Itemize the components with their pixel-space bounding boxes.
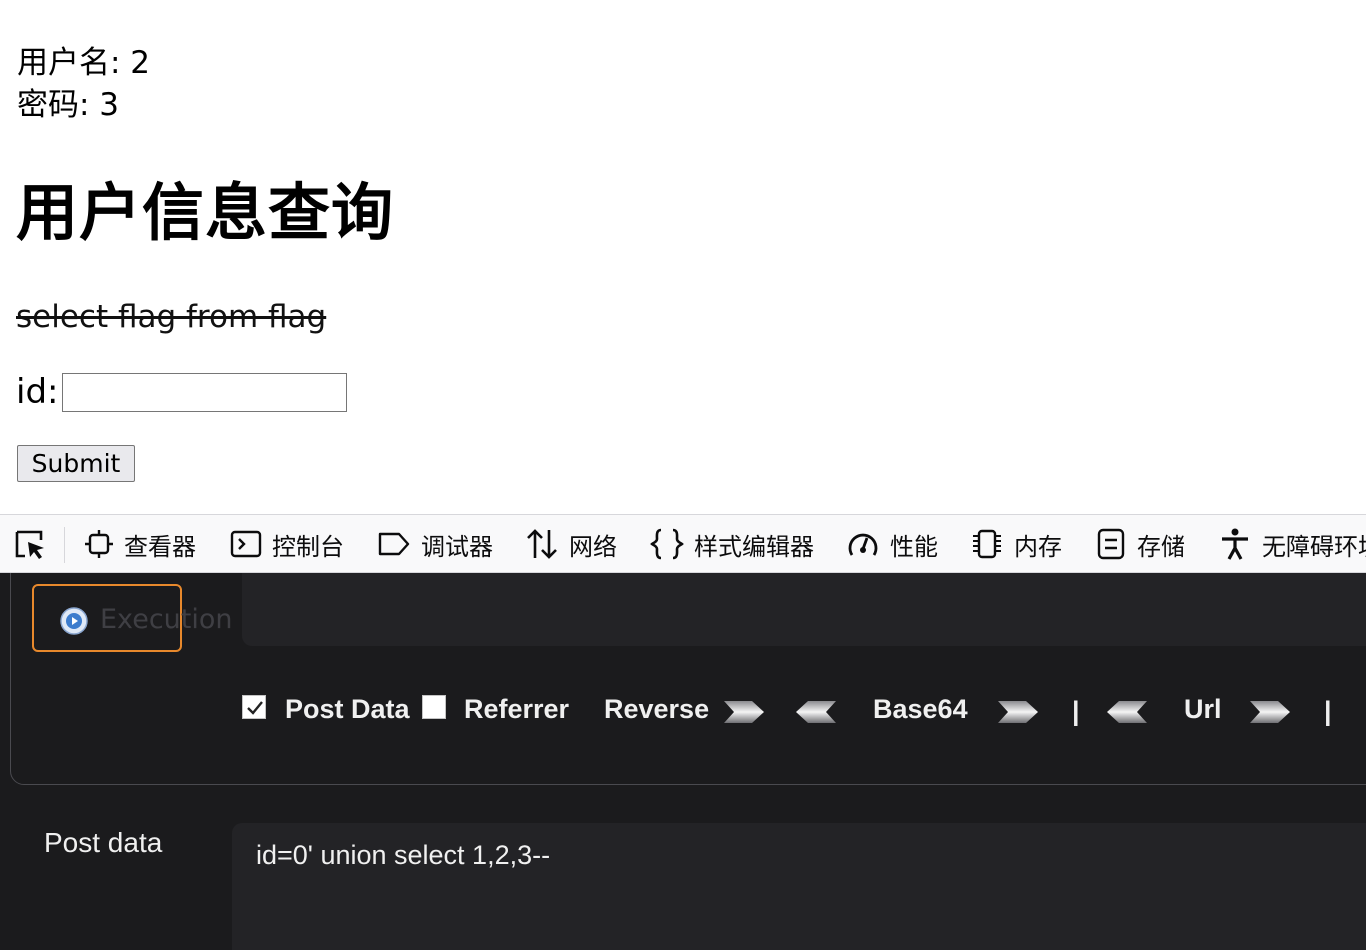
- referrer-checkbox[interactable]: [422, 695, 446, 719]
- url-textarea[interactable]: [242, 573, 1366, 646]
- performance-icon: [848, 533, 878, 556]
- web-page: 用户名: 2 密码: 3 用户信息查询 select flag from fla…: [0, 0, 1366, 514]
- play-icon: [60, 607, 88, 635]
- execute-label: Execution: [100, 604, 233, 635]
- id-label: id:: [16, 372, 59, 412]
- page-title: 用户信息查询: [16, 176, 395, 249]
- tab-style-editor[interactable]: 样式编辑器: [650, 515, 814, 572]
- tab-label: 查看器: [124, 532, 196, 561]
- tab-label: 控制台: [272, 532, 344, 561]
- tab-storage[interactable]: 存储: [1095, 515, 1185, 572]
- execute-button[interactable]: Execution: [32, 584, 233, 652]
- post-data-label: Post data: [44, 827, 163, 858]
- url-label: Url: [1184, 694, 1222, 724]
- post-data-textarea[interactable]: id=0' union select 1,2,3--: [232, 823, 1366, 950]
- console-icon: [230, 530, 262, 558]
- tab-performance[interactable]: 性能: [846, 515, 938, 572]
- base64-label: Base64: [873, 694, 968, 724]
- memory-icon: [973, 529, 1001, 559]
- base64-decode-arrow-icon[interactable]: [794, 699, 838, 725]
- style-editor-icon: [650, 528, 684, 560]
- tab-label: 存储: [1137, 532, 1185, 561]
- tab-label: 样式编辑器: [694, 532, 814, 561]
- post-data-checkbox[interactable]: [242, 695, 266, 719]
- tab-label: 无障碍环境: [1262, 532, 1366, 561]
- hackbar-panel: Execution Post Data Referrer Reverse Bas…: [0, 573, 1366, 950]
- base64-encode-arrow-icon[interactable]: [996, 699, 1040, 725]
- separator: |: [1072, 696, 1080, 726]
- tab-memory[interactable]: 内存: [970, 515, 1062, 572]
- id-input[interactable]: [62, 373, 347, 412]
- storage-icon: [1097, 528, 1125, 560]
- tab-debugger[interactable]: 调试器: [377, 515, 493, 572]
- reverse-encode-arrow-icon[interactable]: [722, 699, 766, 725]
- password-result: 密码: 3: [17, 87, 120, 123]
- separator: |: [1324, 696, 1332, 726]
- tab-label: 调试器: [421, 532, 493, 561]
- username-result: 用户名: 2: [17, 45, 151, 81]
- tab-inspector[interactable]: 查看器: [84, 515, 196, 572]
- tab-console[interactable]: 控制台: [230, 515, 344, 572]
- options-row: Post Data Referrer Reverse Base64 | Url …: [242, 691, 1366, 731]
- toolbar-separator: [64, 527, 65, 563]
- tab-label: 网络: [569, 532, 617, 561]
- tab-accessibility[interactable]: 无障碍环境: [1218, 515, 1366, 572]
- url-decode-arrow-icon[interactable]: [1105, 699, 1149, 725]
- struck-hint: select flag from flag: [16, 299, 327, 335]
- tab-label: 性能: [890, 532, 938, 561]
- reverse-button[interactable]: Reverse: [604, 691, 709, 727]
- accessibility-icon: [1222, 528, 1248, 560]
- post-data-checkbox-label[interactable]: Post Data: [285, 691, 410, 727]
- debugger-icon: [378, 532, 410, 556]
- url-encode-arrow-icon[interactable]: [1248, 699, 1292, 725]
- submit-button[interactable]: Submit: [17, 445, 135, 482]
- network-icon: [527, 529, 557, 559]
- element-picker-icon[interactable]: [14, 529, 50, 561]
- referrer-checkbox-label[interactable]: Referrer: [464, 691, 569, 727]
- post-data-value: id=0' union select 1,2,3--: [256, 840, 551, 870]
- checkmark-icon: [247, 701, 263, 715]
- inspector-icon: [85, 530, 113, 558]
- tab-label: 内存: [1014, 532, 1062, 561]
- tab-network[interactable]: 网络: [525, 515, 617, 572]
- devtools-toolbar: 查看器 控制台 调试器 网络 样式编辑器 性能 内存 存储 无障碍环境: [0, 514, 1366, 573]
